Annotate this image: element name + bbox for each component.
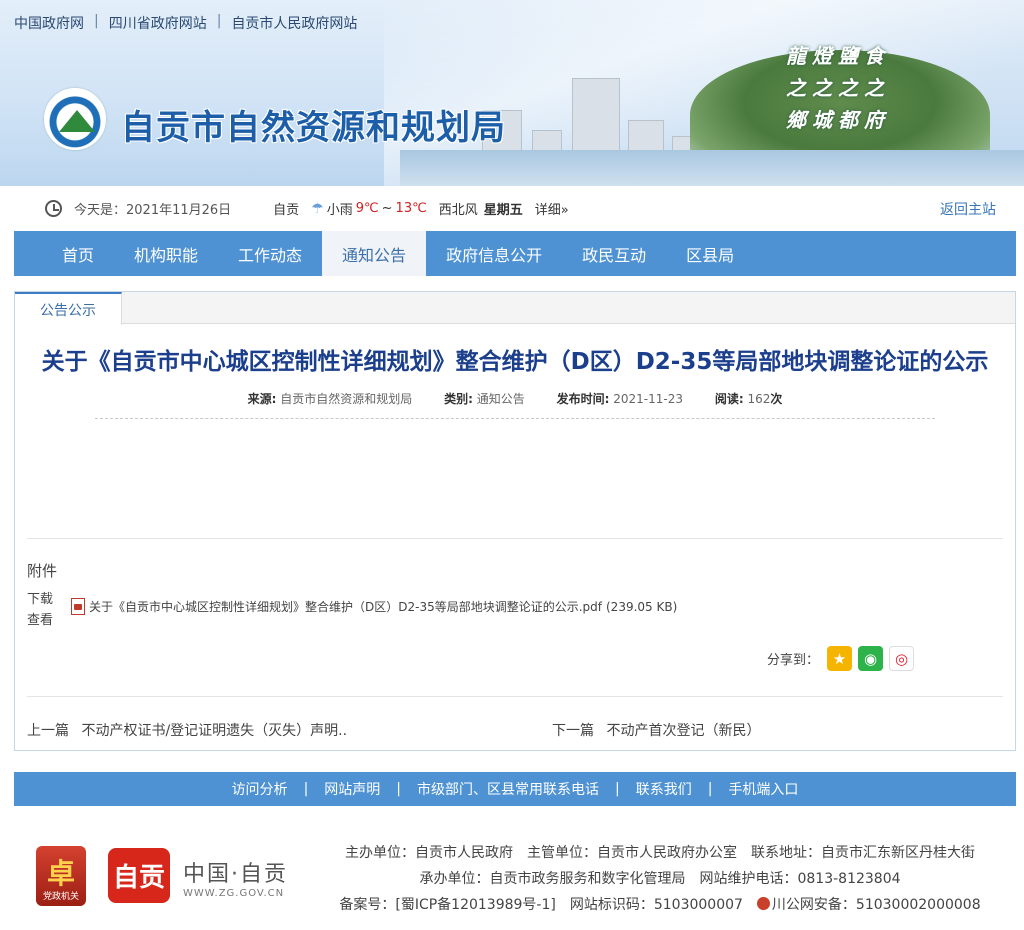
attachment-size: (239.05 KB) <box>606 599 678 614</box>
footer-separator: | <box>615 781 620 797</box>
meta-divider <box>95 418 935 419</box>
toplink-separator: | <box>94 13 99 29</box>
attachment-link[interactable]: 关于《自贡市中心城区控制性详细规划》整合维护（D区）D2-35等局部地块调整论证… <box>71 598 677 615</box>
nav-district[interactable]: 区县局 <box>666 231 754 276</box>
reads-unit: 次 <box>770 392 783 406</box>
bureau-emblem-icon <box>44 88 106 150</box>
toplink-zigong[interactable]: 自贡市人民政府网站 <box>231 13 357 33</box>
next-article: 下一篇 不动产首次登记（新民） <box>552 720 760 740</box>
date-label: 发布时间: <box>556 392 610 406</box>
zigong-logo-icon: 自贡 <box>108 848 170 903</box>
temp-high: 13℃ <box>395 201 427 216</box>
footer-link-mobile[interactable]: 手机端入口 <box>728 779 798 799</box>
footer-link-phones[interactable]: 市级部门、区县常用联系电话 <box>417 779 599 799</box>
footer-separator: | <box>396 781 401 797</box>
zg-gov-logo: 中国·自贡 WWW.ZG.GOV.CN <box>183 856 288 899</box>
footer-line-1: 主办单位：自贡市人民政府 主管单位：自贡市人民政府办公室 联系地址：自贡市汇东新… <box>345 845 975 861</box>
weather-city: 自贡 <box>273 203 300 218</box>
footer-line-2: 承办单位：自贡市政务服务和数字化管理局 网站维护电话：0813-8123804 <box>419 871 901 887</box>
next-article-link[interactable]: 不动产首次登记（新民） <box>606 723 760 739</box>
rain-cloud-icon: ☂ <box>311 200 324 217</box>
weather-desc: 小雨 <box>326 203 353 218</box>
article-panel: 公告公示 关于《自贡市中心城区控制性详细规划》整合维护（D区）D2-35等局部地… <box>14 291 1016 751</box>
attachment-label: 下载查看 <box>27 592 54 628</box>
clock-icon <box>45 200 62 217</box>
share-bar: 分享到： ★ ◉ ◎ <box>767 646 915 671</box>
nav-gov-info[interactable]: 政府信息公开 <box>426 231 562 276</box>
attachment-heading: 附件 <box>27 562 58 580</box>
article-meta: 来源: 自贡市自然资源和规划局 类别: 通知公告 发布时间: 2021-11-2… <box>15 390 1015 407</box>
weather-detail-link[interactable]: 详细» <box>535 199 569 218</box>
prev-next-nav: 上一篇 不动产权证书/登记证明遗失（灭失）声明.. 下一篇 不动产首次登记（新民… <box>27 720 1003 740</box>
nav-work-news[interactable]: 工作动态 <box>218 231 322 276</box>
footer-separator: | <box>303 781 309 797</box>
prev-article-link[interactable]: 不动产权证书/登记证明遗失（灭失）声明.. <box>81 723 347 739</box>
attachment-filename: 关于《自贡市中心城区控制性详细规划》整合维护（D区）D2-35等局部地块调整论证… <box>89 600 602 614</box>
banner-river <box>400 150 1024 186</box>
footer-separator: | <box>707 781 713 797</box>
reads-label: 阅读: <box>714 392 744 406</box>
header-banner: 中国政府网 | 四川省政府网站 | 自贡市人民政府网站 自贡市自然资源和规划局 … <box>0 0 1024 186</box>
wind: 西北风 <box>438 203 478 218</box>
footer-link-analytics[interactable]: 访问分析 <box>232 779 288 799</box>
footer-line-3: 备案号：[蜀ICP备12013989号-1] 网站标识码：5103000007 … <box>320 892 1000 918</box>
prevnext-divider <box>27 696 1003 697</box>
badge1-text: 党政机关 <box>42 892 79 902</box>
top-links: 中国政府网 | 四川省政府网站 | 自贡市人民政府网站 <box>14 13 357 33</box>
footer-info: 主办单位：自贡市人民政府 主管单位：自贡市人民政府办公室 联系地址：自贡市汇东新… <box>320 840 1000 918</box>
info-bar: 今天是：2021年11月26日 自贡 ☂ 小雨 9℃ ~ 13℃ 西北风 星期五… <box>14 186 1016 231</box>
police-badge-icon <box>756 897 770 910</box>
temp-separator: ~ <box>381 201 393 216</box>
article-date: 2021-11-23 <box>613 392 683 406</box>
article-category: 通知公告 <box>476 392 525 406</box>
prev-article: 上一篇 不动产权证书/登记证明遗失（灭失）声明.. <box>27 720 552 740</box>
article-title: 关于《自贡市中心城区控制性详细规划》整合维护（D区）D2-35等局部地块调整论证… <box>41 349 989 375</box>
site-title: 自贡市自然资源和规划局 <box>121 108 506 148</box>
main-nav: 首页 机构职能 工作动态 通知公告 政府信息公开 政民互动 区县局 <box>14 231 1016 276</box>
toplink-gov-cn[interactable]: 中国政府网 <box>14 13 84 33</box>
footer-link-contact[interactable]: 联系我们 <box>636 779 692 799</box>
party-gov-badge-icon[interactable]: 卓 党政机关 <box>36 846 86 906</box>
zg-logo-en: WWW.ZG.GOV.CN <box>183 888 285 899</box>
footer-icp: 备案号：[蜀ICP备12013989号-1] 网站标识码：5103000007 <box>339 897 757 913</box>
nav-notices[interactable]: 通知公告 <box>322 231 427 276</box>
next-label: 下一篇 <box>552 723 594 739</box>
source-label: 来源: <box>247 392 277 406</box>
prev-label: 上一篇 <box>27 723 69 739</box>
nav-home[interactable]: 首页 <box>42 231 114 276</box>
weibo-icon[interactable]: ◎ <box>889 646 915 671</box>
wechat-icon[interactable]: ◉ <box>858 646 884 671</box>
article-source: 自贡市自然资源和规划局 <box>280 392 413 406</box>
weekday: 星期五 <box>483 203 523 218</box>
share-label: 分享到： <box>767 653 820 668</box>
content-divider <box>27 538 1003 539</box>
footer: 卓 党政机关 自贡 中国·自贡 WWW.ZG.GOV.CN 主办单位：自贡市人民… <box>0 806 1024 930</box>
pdf-icon <box>71 598 85 615</box>
today-date: 今天是：2021年11月26日 <box>74 203 232 218</box>
temp-low: 9℃ <box>355 201 379 216</box>
tab-strip: 公告公示 <box>15 292 1015 325</box>
nav-functions[interactable]: 机构职能 <box>114 231 218 276</box>
tab-announcements[interactable]: 公告公示 <box>15 292 122 325</box>
footer-police-record: 川公网安备：51030002000008 <box>771 897 981 913</box>
nav-interaction[interactable]: 政民互动 <box>562 231 666 276</box>
footer-link-statement[interactable]: 网站声明 <box>324 779 380 799</box>
zg-logo-cn: 中国·自贡 <box>183 862 288 887</box>
banner-calligraphy: 龍燈鹽食 之之之之 鄉城都府 <box>786 44 890 132</box>
footer-nav: 访问分析 | 网站声明 | 市级部门、区县常用联系电话 | 联系我们 | 手机端… <box>14 772 1016 806</box>
toplink-separator: | <box>216 13 222 29</box>
toplink-sichuan[interactable]: 四川省政府网站 <box>109 13 207 33</box>
qzone-icon[interactable]: ★ <box>827 646 853 671</box>
category-label: 类别: <box>444 392 473 406</box>
article-reads: 162 <box>747 392 771 406</box>
return-home-link[interactable]: 返回主站 <box>940 199 996 219</box>
weather-widget: ☂ 小雨 9℃ ~ 13℃ <box>311 199 427 219</box>
